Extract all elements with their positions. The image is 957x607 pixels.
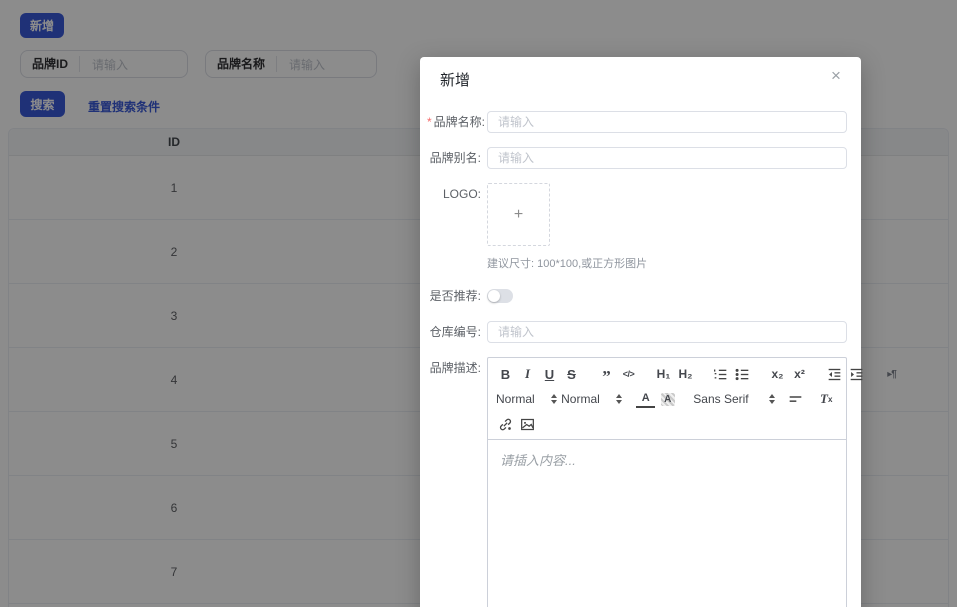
background-color-button[interactable]: A: [658, 390, 677, 408]
indent-icon[interactable]: [847, 365, 866, 383]
link-icon[interactable]: [496, 415, 515, 433]
warehouse-row: 仓库编号:: [427, 321, 847, 343]
text-color-button[interactable]: A: [636, 390, 656, 408]
recommend-label: 是否推荐:: [429, 289, 481, 303]
editor-toolbar: B I U S ” </> H₁ H₂ x₂ x² ▸¶ Normal Norm…: [488, 358, 897, 440]
heading2-button[interactable]: H₂: [676, 365, 695, 383]
recommend-toggle[interactable]: [487, 289, 513, 303]
modal-title: 新增: [440, 72, 471, 89]
brand-alias-input[interactable]: [487, 147, 847, 169]
clear-format-button[interactable]: Tx: [817, 390, 835, 408]
subscript-button[interactable]: x₂: [768, 365, 787, 383]
page: 新增 品牌ID 请输入 品牌名称 请输入 搜索 重置搜索条件 ID 1 2 3 …: [0, 0, 957, 607]
strikethrough-button[interactable]: S: [562, 365, 581, 383]
align-icon[interactable]: [787, 390, 805, 408]
editor-content[interactable]: 请插入内容...: [488, 440, 846, 607]
description-label: 品牌描述:: [429, 361, 481, 375]
brand-name-input[interactable]: [487, 111, 847, 133]
modal-body: *品牌名称: 品牌别名: LOGO: + 建议尺寸: 100*100: [420, 97, 897, 607]
close-icon[interactable]: ×: [825, 65, 847, 87]
font-picker[interactable]: Sans Serif: [693, 390, 775, 408]
rich-text-editor: B I U S ” </> H₁ H₂ x₂ x² ▸¶ Normal Norm…: [487, 357, 897, 607]
logo-upload-button[interactable]: +: [487, 183, 550, 246]
superscript-button[interactable]: x²: [790, 365, 809, 383]
outdent-icon[interactable]: [825, 365, 844, 383]
bold-button[interactable]: B: [496, 365, 515, 383]
modal-header: 新增 ×: [420, 57, 861, 97]
brand-name-row: * 品牌名称:: [427, 111, 847, 133]
blockquote-button[interactable]: ”: [597, 365, 616, 385]
add-brand-modal: 新增 × *品牌名称: 品牌别名: LOGO:: [420, 57, 897, 607]
logo-row: LOGO: + 建议尺寸: 100*100,或正方形图片: [427, 183, 847, 271]
warehouse-label: 仓库编号:: [429, 325, 481, 339]
picker-caret-icon: [768, 394, 775, 404]
italic-button[interactable]: I: [518, 365, 537, 383]
brand-name-label: * 品牌名称:: [427, 115, 486, 129]
code-block-button[interactable]: </>: [619, 365, 638, 383]
logo-size-hint: 建议尺寸: 100*100,或正方形图片: [487, 258, 648, 270]
required-mark: *: [427, 115, 432, 129]
heading1-button[interactable]: H₁: [654, 365, 673, 383]
bullet-list-icon[interactable]: [733, 365, 752, 383]
underline-button[interactable]: U: [540, 365, 559, 383]
text-direction-button[interactable]: ▸¶: [882, 365, 901, 383]
brand-alias-label: 品牌别名:: [429, 151, 481, 165]
picker-caret-icon: [551, 394, 558, 404]
ordered-list-icon[interactable]: [711, 365, 730, 383]
logo-label: LOGO:: [442, 187, 481, 201]
image-icon[interactable]: [518, 415, 537, 433]
recommend-row: 是否推荐:: [427, 285, 847, 307]
editor-placeholder: 请插入内容...: [500, 453, 576, 468]
plus-icon: +: [513, 205, 524, 223]
size-picker[interactable]: Normal: [496, 390, 558, 408]
picker-caret-icon: [616, 394, 623, 404]
header-picker[interactable]: Normal: [561, 390, 623, 408]
brand-alias-row: 品牌别名:: [427, 147, 847, 169]
warehouse-input[interactable]: [487, 321, 847, 343]
description-row: 品牌描述: B I U S ” </> H₁ H₂ x₂ x² ▸¶ Norma…: [427, 357, 897, 607]
